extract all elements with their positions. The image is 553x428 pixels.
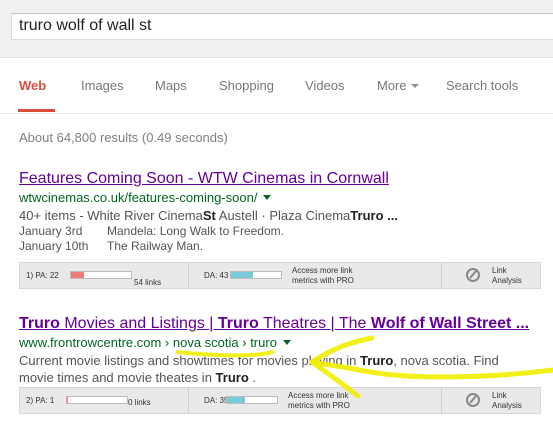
- event-date: January 3rd: [19, 224, 83, 238]
- tab-search-tools[interactable]: Search tools: [446, 78, 518, 93]
- result-url-text: www.frontrowcentre.com › nova scotia › t…: [19, 335, 277, 350]
- da-segment: DA: 35 Access more link metrics with PRO: [188, 388, 442, 413]
- link-analysis-line1: Link: [492, 391, 507, 400]
- snippet-text: 40+ items - White River Cinema: [19, 208, 203, 223]
- result-snippet: Current movie listings and showtimes for…: [19, 352, 553, 369]
- pa-segment: 1) PA: 22 54 links: [20, 263, 189, 288]
- da-meter: [226, 396, 278, 404]
- search-header: [0, 0, 553, 58]
- pa-label: 1) PA: 22: [26, 271, 59, 280]
- link-analysis-line1: Link: [492, 266, 507, 275]
- chevron-down-icon: [410, 84, 419, 88]
- pa-meter-fill: [71, 272, 85, 278]
- result-title-link[interactable]: Features Coming Soon - WTW Cinemas in Co…: [19, 170, 553, 188]
- pa-meter: [66, 396, 128, 404]
- event-row: January 10th The Railway Man.: [19, 239, 553, 254]
- title-text: Theatres | The: [258, 315, 371, 332]
- tab-shopping[interactable]: Shopping: [219, 78, 274, 93]
- result-title-link[interactable]: Truro Movies and Listings | Truro Theatr…: [19, 315, 553, 333]
- pa-meter: [70, 271, 132, 279]
- result-snippet: 40+ items - White River CinemaSt Austell…: [19, 207, 553, 224]
- url-menu-caret-icon[interactable]: [263, 195, 272, 200]
- active-tab-indicator: [18, 109, 55, 112]
- title-bold: Wolf of Wall Street: [370, 315, 512, 332]
- title-text: Movies and Listings |: [59, 315, 218, 332]
- pro-link-line1[interactable]: Access more link: [288, 391, 348, 400]
- da-label: DA: 35: [204, 396, 229, 405]
- pa-segment: 2) PA: 1 0 links: [20, 388, 189, 413]
- da-meter-fill: [227, 397, 245, 403]
- snippet-text: movie times and movie theates in: [19, 370, 216, 385]
- compass-icon: [466, 393, 480, 407]
- links-count: 0 links: [128, 398, 151, 407]
- title-bold: Truro: [19, 315, 60, 332]
- event-row: January 3rd Mandela: Long Walk to Freedom…: [19, 224, 553, 239]
- da-label: DA: 43: [204, 271, 229, 280]
- link-analysis-line2: Analysis: [492, 401, 522, 410]
- pro-link-line1[interactable]: Access more link: [292, 266, 352, 275]
- result-url-text: wtwcinemas.co.uk/features-coming-soon/: [19, 190, 258, 205]
- snippet-bold: Truro: [215, 370, 249, 385]
- snippet-bold: Truro: [350, 208, 384, 223]
- tab-maps[interactable]: Maps: [155, 78, 187, 93]
- pro-link-line2[interactable]: metrics with PRO: [292, 276, 354, 285]
- title-ellipsis: ...: [511, 315, 530, 332]
- url-menu-caret-icon[interactable]: [282, 340, 291, 345]
- result-url: www.frontrowcentre.com › nova scotia › t…: [19, 335, 553, 350]
- pa-label: 2) PA: 1: [26, 396, 55, 405]
- snippet-text: Austell · Plaza Cinema: [215, 208, 351, 223]
- pro-link-line2[interactable]: metrics with PRO: [288, 401, 350, 410]
- event-title: The Railway Man.: [107, 239, 204, 253]
- da-segment: DA: 43 Access more link metrics with PRO: [188, 263, 442, 288]
- snippet-bold: Truro: [360, 353, 394, 368]
- event-date: January 10th: [19, 239, 89, 253]
- result-snippet: movie times and movie theates in Truro .: [19, 369, 553, 386]
- da-meter-fill: [231, 272, 253, 278]
- tab-videos[interactable]: Videos: [305, 78, 345, 93]
- title-bold: Truro: [217, 315, 259, 332]
- link-analysis-button[interactable]: Link Analysis: [441, 388, 540, 413]
- result-stats: About 64,800 results (0.49 seconds): [19, 130, 228, 145]
- search-box[interactable]: [11, 13, 553, 40]
- search-result: Features Coming Soon - WTW Cinemas in Co…: [19, 170, 553, 254]
- tab-more[interactable]: More: [377, 78, 419, 93]
- tab-web[interactable]: Web: [19, 78, 46, 93]
- search-input[interactable]: [19, 17, 519, 35]
- seo-toolbar: 1) PA: 22 54 links DA: 43 Access more li…: [19, 262, 541, 289]
- result-url: wtwcinemas.co.uk/features-coming-soon/: [19, 190, 553, 205]
- snippet-text: , nova scotia. Find: [393, 353, 499, 368]
- search-tabs: Web Images Maps Shopping Videos More Sea…: [0, 57, 553, 114]
- snippet-bold: St: [202, 208, 216, 223]
- tab-more-label: More: [377, 78, 407, 93]
- links-count: 54 links: [134, 278, 162, 287]
- tab-images[interactable]: Images: [81, 78, 124, 93]
- snippet-text: .: [248, 370, 257, 385]
- da-meter: [230, 271, 282, 279]
- snippet-ellipsis: ...: [383, 208, 398, 223]
- compass-icon: [466, 268, 480, 282]
- seo-toolbar: 2) PA: 1 0 links DA: 35 Access more link…: [19, 387, 541, 414]
- search-result: Truro Movies and Listings | Truro Theatr…: [19, 315, 553, 386]
- event-title: Mandela: Long Walk to Freedom.: [107, 224, 284, 238]
- link-analysis-button[interactable]: Link Analysis: [441, 263, 540, 288]
- pa-meter-fill: [67, 397, 68, 403]
- link-analysis-line2: Analysis: [492, 276, 522, 285]
- snippet-text: Current movie listings and showtimes for…: [19, 353, 361, 368]
